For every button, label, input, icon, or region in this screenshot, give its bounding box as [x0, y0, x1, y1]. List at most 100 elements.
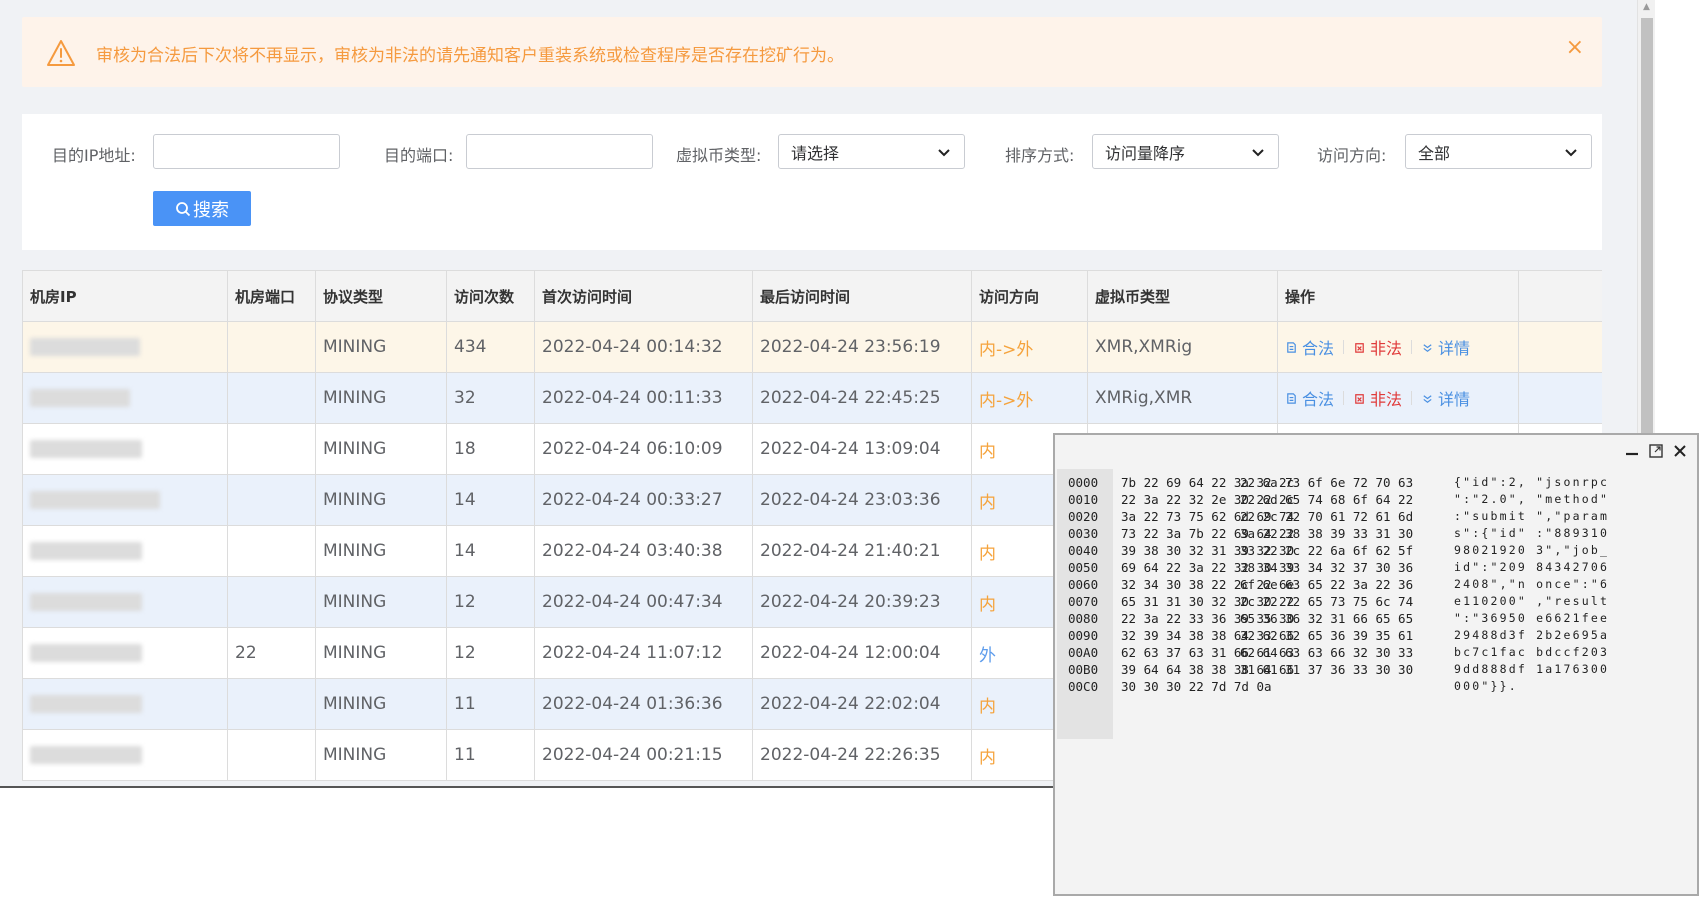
close-icon[interactable]: ×	[1566, 35, 1584, 60]
warning-alert: 审核为合法后下次将不再显示，审核为非法的请先通知客户重装系统或检查程序是否存在挖…	[22, 17, 1602, 87]
delete-icon	[1355, 342, 1364, 353]
column-header: 机房IP	[23, 271, 228, 321]
protocol-cell-text: MINING	[323, 490, 387, 510]
last-visit-cell-text: 2022-04-24 12:00:04	[760, 643, 941, 663]
first-visit-cell: 2022-04-24 00:47:34	[535, 577, 753, 627]
hex-offset: 00B0	[1068, 662, 1099, 677]
copy-icon	[1287, 341, 1296, 353]
hex-offset: 0040	[1068, 543, 1099, 558]
port-cell	[228, 730, 316, 780]
count-cell-text: 18	[454, 439, 476, 459]
illegal-button-label: 非法	[1370, 390, 1403, 409]
coin-cell-text: XMRig,XMR	[1095, 388, 1193, 408]
hex-ascii: 000"}}.	[1454, 679, 1518, 693]
warning-triangle-icon	[47, 40, 75, 66]
protocol-cell-text: MINING	[323, 694, 387, 714]
direction-cell: 内->外	[972, 373, 1088, 423]
action-separator	[1411, 340, 1413, 354]
hex-offset: 0030	[1068, 526, 1099, 541]
protocol-cell: MINING	[316, 424, 447, 474]
legal-button[interactable]: 合法	[1285, 335, 1334, 359]
count-cell: 14	[447, 526, 535, 576]
hex-ascii: s":{"id" :"889310	[1454, 526, 1610, 540]
last-visit-cell: 2022-04-24 23:03:36	[753, 475, 972, 525]
scrollbar-thumb[interactable]	[1641, 18, 1653, 438]
hex-bytes-b: 62 64 63 63 66 32 30 33	[1240, 645, 1414, 660]
direction-select[interactable]: 全部	[1405, 134, 1592, 169]
hex-bytes-b: 32 62 32 65 36 39 35 61	[1240, 628, 1414, 643]
last-visit-cell: 2022-04-24 23:56:19	[753, 322, 972, 372]
count-cell-text: 12	[454, 643, 476, 663]
column-header: 最后访问时间	[753, 271, 972, 321]
count-cell-text: 11	[454, 745, 476, 765]
close-icon[interactable]	[1671, 442, 1689, 460]
redacted-ip	[30, 746, 142, 764]
count-cell-text: 11	[454, 694, 476, 714]
vertical-scrollbar[interactable]: ▲	[1637, 0, 1655, 440]
hex-offset: 0090	[1068, 628, 1099, 643]
scroll-up-icon[interactable]: ▲	[1638, 2, 1655, 12]
detail-button[interactable]: 详情	[1421, 335, 1470, 359]
redacted-ip	[30, 389, 130, 407]
last-visit-cell: 2022-04-24 12:00:04	[753, 628, 972, 678]
dest-ip-input[interactable]	[153, 134, 340, 169]
illegal-button-label: 非法	[1370, 339, 1403, 358]
hex-bytes-b: 65 36 36 32 31 66 65 65	[1240, 611, 1414, 626]
column-header: 访问方向	[972, 271, 1088, 321]
hex-ascii: 29488d3f 2b2e695a	[1454, 628, 1610, 642]
table-row[interactable]: MINING 434 2022-04-24 00:14:32 2022-04-24 2…	[23, 322, 1602, 373]
first-visit-cell-text: 2022-04-24 01:36:36	[542, 694, 723, 714]
first-visit-cell-text: 2022-04-24 00:33:27	[542, 490, 723, 510]
illegal-button[interactable]: 非法	[1353, 335, 1402, 359]
sort-select[interactable]: 访问量降序	[1092, 134, 1279, 169]
row-actions: 合法 非法 详情	[1285, 335, 1470, 359]
ip-cell	[23, 373, 228, 423]
column-header: 虚拟币类型	[1088, 271, 1278, 321]
last-visit-cell: 2022-04-24 22:45:25	[753, 373, 972, 423]
legal-button[interactable]: 合法	[1285, 386, 1334, 410]
detail-button-label: 详情	[1438, 390, 1471, 409]
minimize-icon[interactable]	[1623, 442, 1641, 460]
direction-cell-text: 内	[979, 492, 996, 513]
chevron-down-icon	[1565, 148, 1577, 156]
detail-button[interactable]: 详情	[1421, 386, 1470, 410]
hex-offset: 00A0	[1068, 645, 1099, 660]
last-visit-cell-text: 2022-04-24 22:45:25	[760, 388, 941, 408]
last-visit-cell: 2022-04-24 22:26:35	[753, 730, 972, 780]
protocol-cell: MINING	[316, 373, 447, 423]
copy-icon	[1287, 392, 1296, 404]
legal-button-label: 合法	[1302, 339, 1335, 358]
search-panel: 目的IP地址: 目的端口: 虚拟币类型: 请选择 排序方式: 访问量降序 访问方…	[22, 114, 1602, 250]
count-cell: 12	[447, 577, 535, 627]
redacted-ip	[30, 491, 160, 509]
direction-cell-text: 内	[979, 441, 996, 462]
ip-cell	[23, 475, 228, 525]
table-row[interactable]: MINING 32 2022-04-24 00:11:33 2022-04-24 22…	[23, 373, 1602, 424]
first-visit-cell-text: 2022-04-24 00:14:32	[542, 337, 723, 357]
ip-cell	[23, 424, 228, 474]
column-header: 机房端口	[228, 271, 316, 321]
search-button[interactable]: 搜索	[153, 191, 251, 226]
page-divider	[0, 786, 1060, 788]
hex-offset: 0070	[1068, 594, 1099, 609]
port-cell	[228, 424, 316, 474]
last-visit-cell-text: 2022-04-24 13:09:04	[760, 439, 941, 459]
coin-cell: XMR,XMRig	[1088, 322, 1278, 372]
dest-port-input[interactable]	[466, 134, 653, 169]
hex-ascii: 2408","n once":"6	[1454, 577, 1610, 591]
ip-cell	[23, 577, 228, 627]
maximize-icon[interactable]	[1647, 442, 1665, 460]
count-cell: 11	[447, 730, 535, 780]
search-button-label: 搜索	[193, 199, 229, 221]
coin-type-select[interactable]: 请选择	[778, 134, 965, 169]
illegal-button[interactable]: 非法	[1353, 386, 1402, 410]
protocol-cell: MINING	[316, 679, 447, 729]
last-visit-cell: 2022-04-24 22:02:04	[753, 679, 972, 729]
count-cell-text: 14	[454, 541, 476, 561]
window-titlebar[interactable]	[1055, 435, 1697, 469]
direction-cell-text: 内->外	[979, 339, 1034, 360]
search-icon	[176, 201, 191, 216]
count-cell: 11	[447, 679, 535, 729]
protocol-cell-text: MINING	[323, 337, 387, 357]
detail-button-label: 详情	[1438, 339, 1471, 358]
